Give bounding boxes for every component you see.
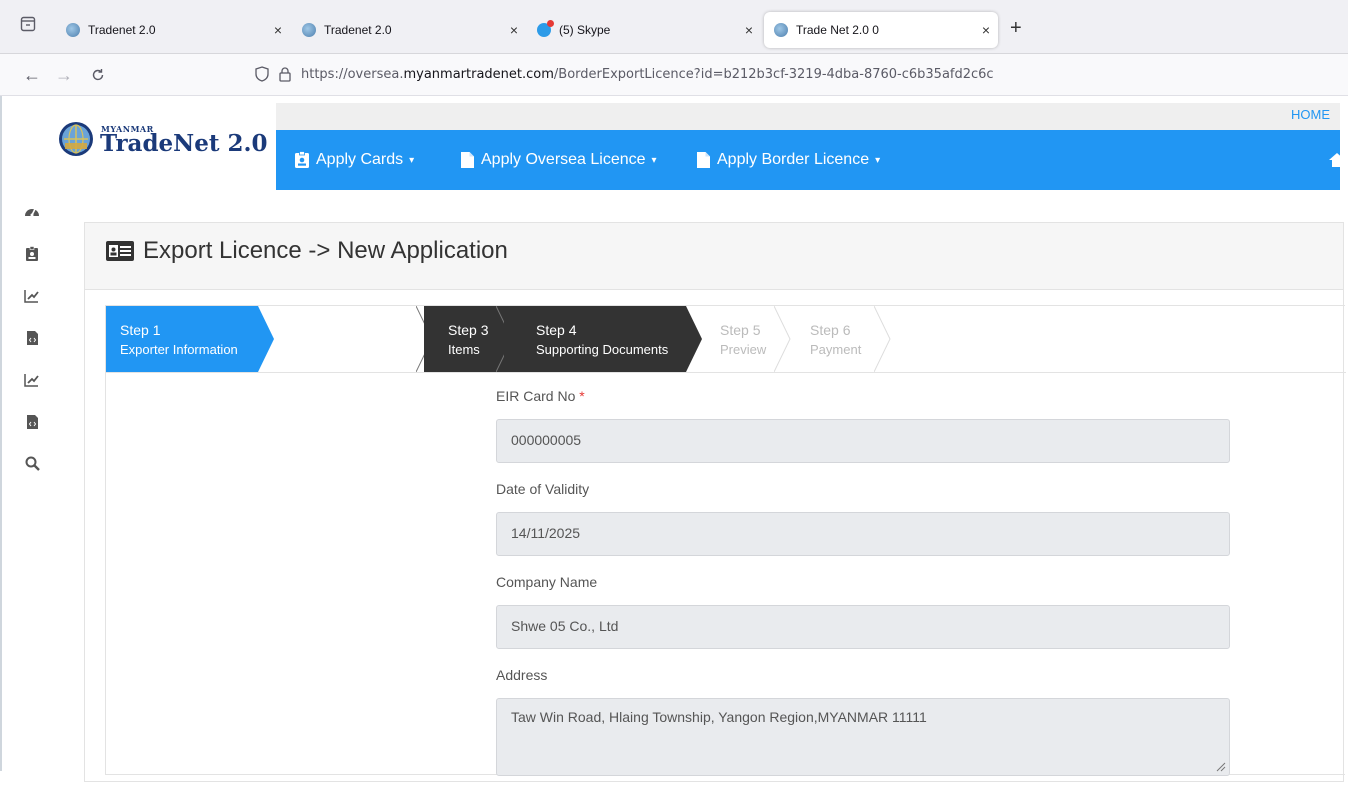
- browser-tab[interactable]: Tradenet 2.0 ×: [292, 12, 526, 48]
- step-label: Licence Information: [288, 342, 402, 357]
- globe-icon: [302, 23, 316, 37]
- step-2[interactable]: Step 2 Licence Information: [258, 306, 424, 372]
- step-1[interactable]: Step 1 Exporter Information: [106, 306, 258, 372]
- main-navbar: Apply Cards ▾ Apply Oversea Licence ▾ Ap…: [276, 130, 1340, 190]
- id-card-icon: [106, 241, 134, 261]
- skype-icon: [537, 20, 554, 37]
- tab-title: Trade Net 2.0 0: [796, 23, 879, 37]
- address-label: Address: [496, 667, 548, 683]
- shield-icon[interactable]: [255, 66, 269, 82]
- browser-tab-bar: Tradenet 2.0 × Tradenet 2.0 × (5) Skype …: [0, 0, 1348, 54]
- validity-field[interactable]: 14/11/2025: [496, 512, 1230, 556]
- nav-apply-border-licence[interactable]: Apply Border Licence ▾: [696, 130, 880, 190]
- url-prefix: https://oversea.: [301, 66, 404, 82]
- label-text: EIR Card No: [496, 388, 576, 404]
- file-icon: [460, 151, 475, 169]
- step-number: Step 4: [536, 322, 577, 338]
- page-left-border: [0, 96, 2, 771]
- wizard: Step 1 Exporter Information Step 2 Licen…: [105, 305, 1346, 776]
- step-number: Step 6: [810, 322, 851, 338]
- forward-button[interactable]: →: [52, 64, 76, 86]
- nav-label: Apply Cards: [316, 151, 404, 168]
- eir-card-field[interactable]: 000000005: [496, 419, 1230, 463]
- reload-icon[interactable]: [86, 64, 110, 86]
- exporter-form: EIR Card No * 000000005 Date of Validity…: [496, 388, 1230, 794]
- close-icon[interactable]: ×: [737, 22, 761, 38]
- nav-apply-cards[interactable]: Apply Cards ▾: [294, 130, 414, 190]
- tab-title: Tradenet 2.0: [324, 23, 392, 37]
- nav-label: Apply Oversea Licence: [481, 151, 646, 168]
- page-title-text: Export Licence -> New Application: [143, 237, 508, 264]
- top-utility-bar: HOME: [276, 103, 1340, 130]
- page-title: Export Licence -> New Application: [105, 237, 508, 265]
- address-textarea[interactable]: Taw Win Road, Hlaing Township, Yangon Re…: [496, 698, 1230, 776]
- url-path: /BorderExportLicence?id=b212b3cf-3219-4d…: [553, 66, 994, 82]
- lock-icon[interactable]: [279, 66, 291, 82]
- step-divider: [774, 306, 791, 372]
- tab-title: (5) Skype: [559, 23, 611, 37]
- search-icon[interactable]: [14, 456, 50, 498]
- browser-tab[interactable]: (5) Skype ×: [527, 12, 761, 48]
- myanmar-emblem-icon: [58, 121, 94, 157]
- required-mark: *: [579, 388, 585, 404]
- address-bar: ← → https://oversea. myanmartradenet.com /…: [0, 54, 1348, 96]
- id-badge-icon: [294, 151, 310, 169]
- chevron-down-icon: ▾: [875, 154, 881, 166]
- eir-card-label: EIR Card No *: [496, 388, 1230, 408]
- url-domain: myanmartradenet.com: [403, 66, 554, 82]
- company-name-label: Company Name: [496, 574, 598, 590]
- id-badge-icon[interactable]: [14, 246, 50, 288]
- step-3[interactable]: Step 3 Items: [424, 306, 504, 372]
- file-icon: [696, 151, 711, 169]
- site-logo[interactable]: MYANMAR TradeNet 2.0: [58, 119, 278, 169]
- address-text: Taw Win Road, Hlaing Township, Yangon Re…: [511, 709, 927, 725]
- nav-apply-oversea-licence[interactable]: Apply Oversea Licence ▾: [460, 130, 657, 190]
- step-number: Step 5: [720, 322, 761, 338]
- close-icon[interactable]: ×: [502, 22, 526, 38]
- step-divider: [686, 306, 702, 372]
- step-label: Exporter Information: [120, 342, 238, 357]
- tab-list-icon[interactable]: [20, 16, 42, 38]
- close-icon[interactable]: ×: [266, 22, 290, 38]
- company-name-field[interactable]: Shwe 05 Co., Ltd: [496, 605, 1230, 649]
- step-label: Supporting Documents: [536, 342, 669, 357]
- step-number: Step 1: [120, 322, 161, 338]
- logo-title: TradeNet 2.0: [100, 130, 268, 157]
- step-divider: [258, 306, 274, 372]
- browser-tab[interactable]: Tradenet 2.0 ×: [56, 12, 290, 48]
- code-file-icon[interactable]: [14, 414, 50, 456]
- edit-chart-icon[interactable]: [14, 372, 50, 414]
- globe-icon: [774, 23, 788, 37]
- edit-chart-icon[interactable]: [14, 288, 50, 330]
- home-link[interactable]: HOME: [1291, 107, 1330, 122]
- step-5[interactable]: Step 5 Preview: [704, 306, 776, 372]
- step-number: Step 2: [288, 322, 329, 338]
- code-file-icon[interactable]: [14, 330, 50, 372]
- wizard-steps: Step 1 Exporter Information Step 2 Licen…: [106, 306, 1346, 373]
- validity-label: Date of Validity: [496, 481, 590, 497]
- tab-title: Tradenet 2.0: [88, 23, 156, 37]
- application-panel: Export Licence -> New Application Step 1…: [84, 222, 1346, 782]
- browser-tab-active[interactable]: Trade Net 2.0 0 ×: [764, 12, 998, 48]
- step-label: Preview: [720, 342, 767, 357]
- home-icon[interactable]: [1328, 152, 1340, 168]
- globe-icon: [66, 23, 80, 37]
- chevron-down-icon: ▾: [409, 154, 415, 166]
- back-button[interactable]: ←: [20, 64, 44, 86]
- step-label: Payment: [810, 342, 862, 357]
- url-field[interactable]: https://oversea. myanmartradenet.com/Bord…: [255, 59, 1335, 89]
- step-6[interactable]: Step 6 Payment: [792, 306, 878, 372]
- chevron-down-icon: ▾: [651, 154, 657, 166]
- new-tab-button[interactable]: +: [1010, 18, 1022, 38]
- dashboard-icon[interactable]: [14, 204, 50, 246]
- panel-header: Export Licence -> New Application: [85, 223, 1343, 290]
- step-divider: [874, 306, 891, 372]
- nav-label: Apply Border Licence: [717, 151, 870, 168]
- close-icon[interactable]: ×: [974, 22, 998, 38]
- step-4[interactable]: Step 4 Supporting Documents: [504, 306, 686, 372]
- sidebar: [14, 204, 50, 498]
